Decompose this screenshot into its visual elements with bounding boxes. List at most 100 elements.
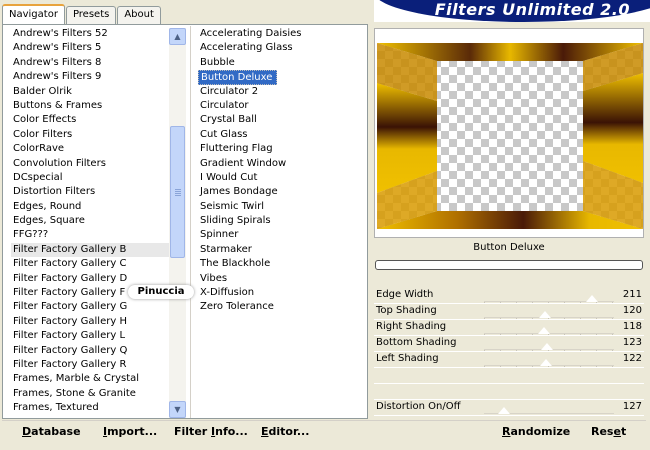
- category-item[interactable]: ColorRave: [11, 142, 171, 156]
- slider-knob[interactable]: [538, 327, 551, 334]
- parameter-label: Left Shading: [376, 353, 439, 364]
- watermark-signature: Pinuccia: [128, 285, 194, 299]
- category-item[interactable]: Andrew's Filters 8: [11, 56, 171, 70]
- filter-item[interactable]: Accelerating Daisies: [198, 27, 358, 41]
- empty-parameter-row: [374, 384, 644, 400]
- category-item[interactable]: Balder Olrik: [11, 85, 171, 99]
- category-item[interactable]: DCspecial: [11, 171, 171, 185]
- category-item[interactable]: Filter Factory Gallery D: [11, 272, 171, 286]
- progress-bar: [375, 260, 643, 270]
- database-button[interactable]: Database: [22, 425, 81, 438]
- filter-item[interactable]: Spinner: [198, 228, 358, 242]
- filter-item[interactable]: The Blackhole: [198, 257, 358, 271]
- category-item[interactable]: Andrew's Filters 9: [11, 70, 171, 84]
- filter-item[interactable]: Crystal Ball: [198, 113, 358, 127]
- tab-strip: Navigator Presets About: [2, 4, 162, 24]
- reset-button[interactable]: Reset: [591, 425, 626, 438]
- parameter-label: Edge Width: [376, 289, 434, 300]
- scroll-up-button[interactable]: ▲: [169, 28, 186, 45]
- scroll-down-button[interactable]: ▼: [169, 401, 186, 418]
- filter-item[interactable]: Fluttering Flag: [198, 142, 358, 156]
- tab-navigator[interactable]: Navigator: [2, 4, 65, 24]
- filter-item[interactable]: Starmaker: [198, 243, 358, 257]
- button-deluxe-frame: [377, 43, 643, 229]
- filter-item[interactable]: Gradient Window: [198, 157, 358, 171]
- tab-about[interactable]: About: [117, 6, 161, 24]
- category-item[interactable]: Filter Factory Gallery B: [11, 242, 171, 258]
- parameter-value: 120: [622, 305, 642, 316]
- category-item[interactable]: FFG???: [11, 228, 171, 242]
- import-button[interactable]: Import...: [103, 425, 157, 438]
- parameter-value: 122: [622, 353, 642, 364]
- category-item[interactable]: Color Effects: [11, 113, 171, 127]
- parameter-label: Distortion On/Off: [376, 401, 461, 412]
- editor-button[interactable]: Editor...: [261, 425, 309, 438]
- parameter-row[interactable]: Right Shading 118: [374, 320, 644, 336]
- category-item[interactable]: Edges, Round: [11, 200, 171, 214]
- filter-item[interactable]: James Bondage: [198, 185, 358, 199]
- parameter-row[interactable]: Top Shading 120: [374, 304, 644, 320]
- category-item[interactable]: Distortion Filters: [11, 185, 171, 199]
- bottom-button-bar: Database Import... Filter Info... Editor…: [2, 420, 646, 446]
- category-item[interactable]: Frames, Textured: [11, 401, 171, 415]
- filter-item[interactable]: Circulator 2: [198, 85, 358, 99]
- category-item[interactable]: Frames, Stone & Granite: [11, 387, 171, 401]
- tab-presets[interactable]: Presets: [65, 6, 117, 24]
- filter-list[interactable]: Accelerating Daisies Accelerating Glass Bu…: [198, 27, 358, 315]
- category-item[interactable]: Filter Factory Gallery G: [11, 300, 171, 314]
- slider-knob[interactable]: [539, 311, 552, 318]
- parameter-label: Top Shading: [376, 305, 437, 316]
- parameter-sliders: Edge Width 211 Top Shading 120 Right Shading…: [374, 288, 644, 368]
- category-item[interactable]: Color Filters: [11, 128, 171, 142]
- preview-filter-name: Button Deluxe: [473, 242, 545, 253]
- category-item[interactable]: Filter Factory Gallery Q: [11, 344, 171, 358]
- slider-knob[interactable]: [540, 359, 553, 366]
- navigator-panel: Andrew's Filters 52 Andrew's Filters 5 And…: [2, 24, 368, 419]
- category-item[interactable]: Frames, Marble & Crystal: [11, 372, 171, 386]
- list-divider: [190, 26, 191, 418]
- filter-item[interactable]: Button Deluxe: [198, 70, 278, 85]
- category-item[interactable]: Convolution Filters: [11, 157, 171, 171]
- brand-header: Filters Unlimited 2.0: [374, 0, 650, 22]
- filter-item[interactable]: I Would Cut: [198, 171, 358, 185]
- parameter-label: Bottom Shading: [376, 337, 457, 348]
- category-list[interactable]: Andrew's Filters 52 Andrew's Filters 5 And…: [11, 27, 171, 416]
- parameter-row[interactable]: Edge Width 211: [374, 288, 644, 304]
- preview-image: [377, 43, 643, 229]
- extra-parameter: Distortion On/Off 127: [374, 400, 644, 416]
- randomize-button[interactable]: Randomize: [502, 425, 570, 438]
- filter-item[interactable]: Sliding Spirals: [198, 214, 358, 228]
- filter-item[interactable]: Vibes: [198, 272, 358, 286]
- category-item[interactable]: Filter Factory Gallery C: [11, 257, 171, 271]
- parameter-row[interactable]: Distortion On/Off 127: [374, 400, 644, 416]
- category-item[interactable]: Andrew's Filters 52: [11, 27, 171, 41]
- category-item[interactable]: Buttons & Frames: [11, 99, 171, 113]
- category-item[interactable]: Filter Factory Gallery H: [11, 315, 171, 329]
- filter-item[interactable]: Zero Tolerance: [198, 300, 358, 314]
- category-item[interactable]: Filter Factory Gallery L: [11, 329, 171, 343]
- filter-item[interactable]: Seismic Twirl: [198, 200, 358, 214]
- category-item[interactable]: Edges, Square: [11, 214, 171, 228]
- category-item[interactable]: Filter Factory Gallery R: [11, 358, 171, 372]
- parameter-value: 123: [622, 337, 642, 348]
- parameter-row[interactable]: Left Shading 122: [374, 352, 644, 368]
- filter-item[interactable]: Cut Glass: [198, 128, 358, 142]
- preview-panel: [374, 28, 644, 238]
- brand-title: Filters Unlimited 2.0: [434, 0, 630, 19]
- filter-item[interactable]: Accelerating Glass: [198, 41, 358, 55]
- empty-parameter-row: [374, 368, 644, 384]
- category-scrollbar[interactable]: ▲ ▼: [169, 28, 186, 418]
- parameter-value: 118: [622, 321, 642, 332]
- filter-info-button[interactable]: Filter Info...: [174, 425, 248, 438]
- slider-knob[interactable]: [585, 295, 598, 302]
- slider-knob[interactable]: [540, 343, 553, 350]
- scroll-thumb[interactable]: [170, 126, 185, 258]
- filter-item[interactable]: X-Diffusion: [198, 286, 358, 300]
- filter-item[interactable]: Circulator: [198, 99, 358, 113]
- parameter-row[interactable]: Bottom Shading 123: [374, 336, 644, 352]
- slider-knob[interactable]: [498, 407, 510, 414]
- parameter-label: Right Shading: [376, 321, 447, 332]
- parameter-value: 127: [622, 401, 642, 412]
- filter-item[interactable]: Bubble: [198, 56, 358, 70]
- category-item[interactable]: Andrew's Filters 5: [11, 41, 171, 55]
